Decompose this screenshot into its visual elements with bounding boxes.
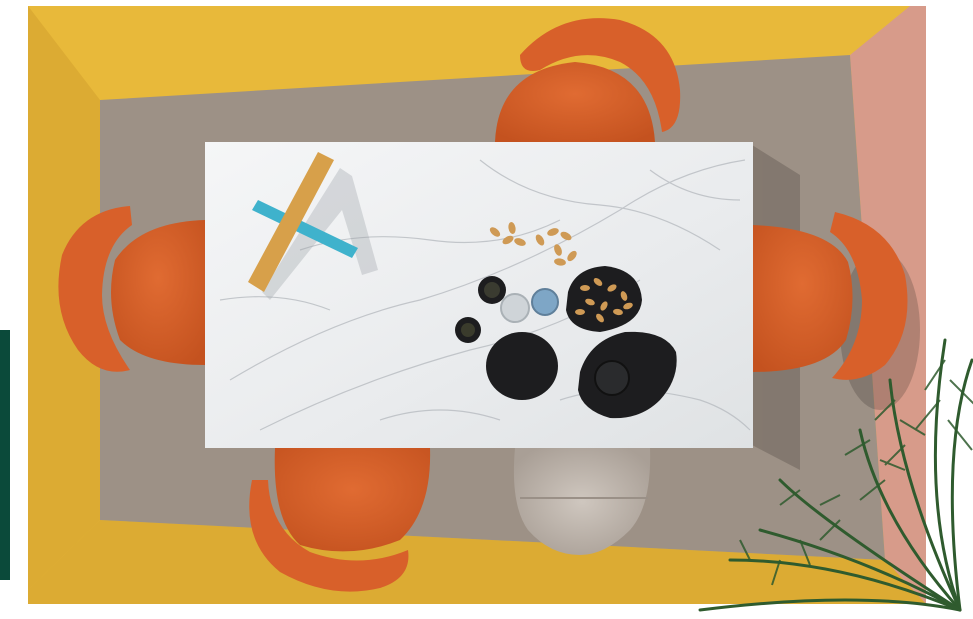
room-photo — [28, 6, 973, 612]
glass-blue — [531, 288, 559, 316]
cup-dark-1-inner — [484, 282, 500, 298]
cup-dark-2-inner — [461, 323, 475, 337]
tray-cup — [594, 360, 630, 396]
glass-clear — [500, 293, 530, 323]
black-plate — [486, 332, 558, 400]
